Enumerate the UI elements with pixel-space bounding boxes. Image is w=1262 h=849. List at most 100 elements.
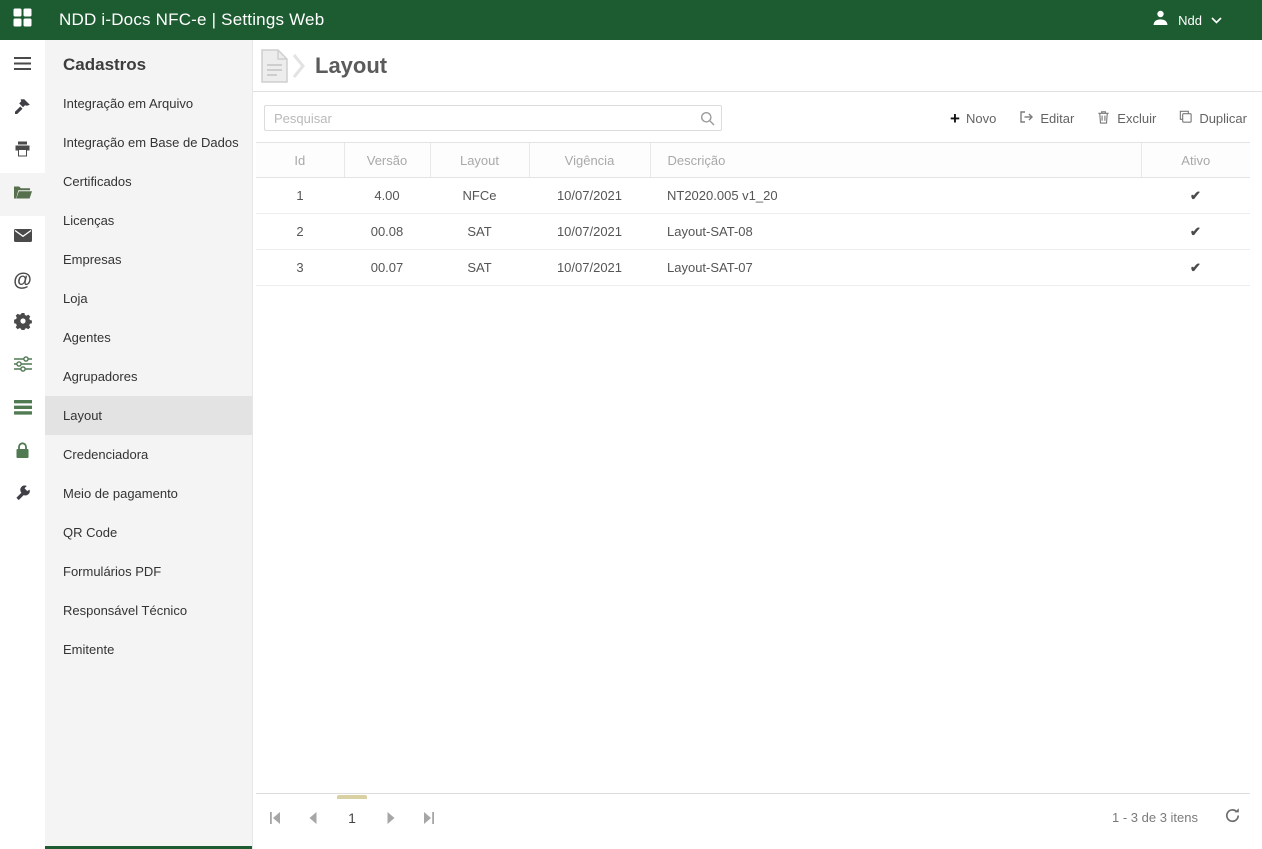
sidebar-item-loja[interactable]: Loja — [45, 279, 252, 318]
table-row[interactable]: 2 00.08 SAT 10/07/2021 Layout-SAT-08 ✔ — [256, 214, 1250, 250]
edit-export-icon — [1018, 109, 1034, 128]
gear-icon — [14, 312, 32, 335]
search-input[interactable] — [264, 105, 722, 131]
search-icon[interactable] — [700, 111, 715, 131]
column-header-ativo: Ativo — [1141, 143, 1250, 178]
rail-item-mail[interactable] — [0, 216, 45, 259]
pager-previous-button[interactable] — [301, 811, 325, 825]
sidebar-item-qr-code[interactable]: QR Code — [45, 513, 252, 552]
cell-layout: NFCe — [430, 178, 529, 214]
controls-row: + Novo Editar Excluir Duplicar — [264, 105, 1247, 131]
sidebar-item-agentes[interactable]: Agentes — [45, 318, 252, 357]
apps-grid-button[interactable] — [0, 0, 45, 40]
chevron-down-icon — [1211, 11, 1222, 29]
cell-vigencia: 10/07/2021 — [529, 214, 650, 250]
cell-versao: 00.08 — [344, 214, 430, 250]
pager-current-page[interactable]: 1 — [337, 810, 367, 826]
rail-item-at[interactable]: @ — [0, 259, 45, 302]
layout-grid: Id Versão Layout Vigência Descrição Ativ… — [256, 142, 1250, 286]
cell-layout: SAT — [430, 250, 529, 286]
cell-ativo: ✔ — [1141, 178, 1250, 214]
table-row[interactable]: 1 4.00 NFCe 10/07/2021 NT2020.005 v1_20 … — [256, 178, 1250, 214]
at-sign-icon: @ — [13, 270, 32, 292]
rail-item-sliders[interactable] — [0, 345, 45, 388]
pager-first-button[interactable] — [263, 811, 287, 825]
mail-icon — [14, 229, 32, 247]
layers-icon — [14, 400, 32, 420]
cell-vigencia: 10/07/2021 — [529, 250, 650, 286]
novo-button[interactable]: + Novo — [950, 111, 996, 126]
topbar: NDD i-Docs NFC-e | Settings Web Ndd — [0, 0, 1262, 40]
folder-open-icon — [13, 185, 32, 205]
table-row[interactable]: 3 00.07 SAT 10/07/2021 Layout-SAT-07 ✔ — [256, 250, 1250, 286]
editar-label: Editar — [1040, 111, 1074, 126]
sidebar-item-agrupadores[interactable]: Agrupadores — [45, 357, 252, 396]
cell-descricao: Layout-SAT-08 — [650, 214, 1141, 250]
sidebar-item-empresas[interactable]: Empresas — [45, 240, 252, 279]
grid-header-row: Id Versão Layout Vigência Descrição Ativ… — [256, 143, 1250, 178]
rail-item-lock[interactable] — [0, 431, 45, 474]
grid-pager: 1 1 - 3 de 3 itens — [256, 793, 1250, 841]
duplicate-icon — [1178, 109, 1193, 127]
rail-item-settings[interactable] — [0, 302, 45, 345]
active-check-icon: ✔ — [1190, 224, 1201, 239]
excluir-button[interactable]: Excluir — [1096, 109, 1156, 128]
sidebar-item-layout[interactable]: Layout — [45, 396, 252, 435]
document-page-icon — [258, 48, 292, 84]
app-title: NDD i-Docs NFC-e | Settings Web — [59, 10, 324, 30]
tools-icon — [14, 98, 31, 120]
duplicar-button[interactable]: Duplicar — [1178, 109, 1247, 127]
cell-vigencia: 10/07/2021 — [529, 178, 650, 214]
sidebar-item-formularios-pdf[interactable]: Formulários PDF — [45, 552, 252, 591]
pager-info: 1 - 3 de 3 itens — [1112, 810, 1198, 825]
sidebar-item-integracao-em-base-de-dados[interactable]: Integração em Base de Dados — [45, 123, 252, 162]
rail-item-menu[interactable] — [0, 44, 45, 87]
sidebar-title: Cadastros — [45, 40, 252, 84]
sidebar-item-licencas[interactable]: Licenças — [45, 201, 252, 240]
menu-icon — [13, 56, 32, 76]
sidebar-item-emitente[interactable]: Emitente — [45, 630, 252, 669]
rail-item-tools[interactable] — [0, 87, 45, 130]
cell-ativo: ✔ — [1141, 214, 1250, 250]
rail-item-folder-cadastros[interactable] — [0, 173, 45, 216]
cell-layout: SAT — [430, 214, 529, 250]
pager-next-button[interactable] — [379, 811, 403, 825]
cell-id: 3 — [256, 250, 344, 286]
search-box — [264, 105, 722, 131]
sliders-icon — [14, 356, 32, 377]
cell-id: 2 — [256, 214, 344, 250]
cell-descricao: NT2020.005 v1_20 — [650, 178, 1141, 214]
user-name: Ndd — [1178, 13, 1202, 28]
plus-icon: + — [950, 112, 960, 125]
page-title: Layout — [315, 53, 387, 79]
main-content: Layout + Novo Editar Excluir Dup — [253, 40, 1262, 849]
active-check-icon: ✔ — [1190, 260, 1201, 275]
sidebar-item-responsavel-tecnico[interactable]: Responsável Técnico — [45, 591, 252, 630]
breadcrumb-chevron-icon — [292, 53, 306, 79]
editar-button[interactable]: Editar — [1018, 109, 1074, 128]
trash-icon — [1096, 109, 1111, 128]
refresh-icon[interactable] — [1224, 807, 1241, 829]
sidebar-item-certificados[interactable]: Certificados — [45, 162, 252, 201]
sidebar-item-meio-de-pagamento[interactable]: Meio de pagamento — [45, 474, 252, 513]
rail-item-wrench[interactable] — [0, 474, 45, 517]
cell-descricao: Layout-SAT-07 — [650, 250, 1141, 286]
column-header-layout: Layout — [430, 143, 529, 178]
rail-item-layers[interactable] — [0, 388, 45, 431]
sidebar: Cadastros Integração em Arquivo Integraç… — [45, 40, 253, 849]
user-menu[interactable]: Ndd — [1152, 9, 1222, 31]
grid-toolbar: + Novo Editar Excluir Duplicar — [950, 109, 1247, 128]
current-page-indicator — [337, 795, 367, 799]
pager-last-button[interactable] — [417, 811, 441, 825]
rail-item-printer[interactable] — [0, 130, 45, 173]
apps-grid-icon — [13, 8, 32, 32]
novo-label: Novo — [966, 111, 996, 126]
excluir-label: Excluir — [1117, 111, 1156, 126]
lock-icon — [15, 442, 30, 464]
cell-id: 1 — [256, 178, 344, 214]
sidebar-item-credenciadora[interactable]: Credenciadora — [45, 435, 252, 474]
column-header-id: Id — [256, 143, 344, 178]
printer-icon — [14, 141, 31, 162]
sidebar-item-integracao-em-arquivo[interactable]: Integração em Arquivo — [45, 84, 252, 123]
cell-versao: 00.07 — [344, 250, 430, 286]
